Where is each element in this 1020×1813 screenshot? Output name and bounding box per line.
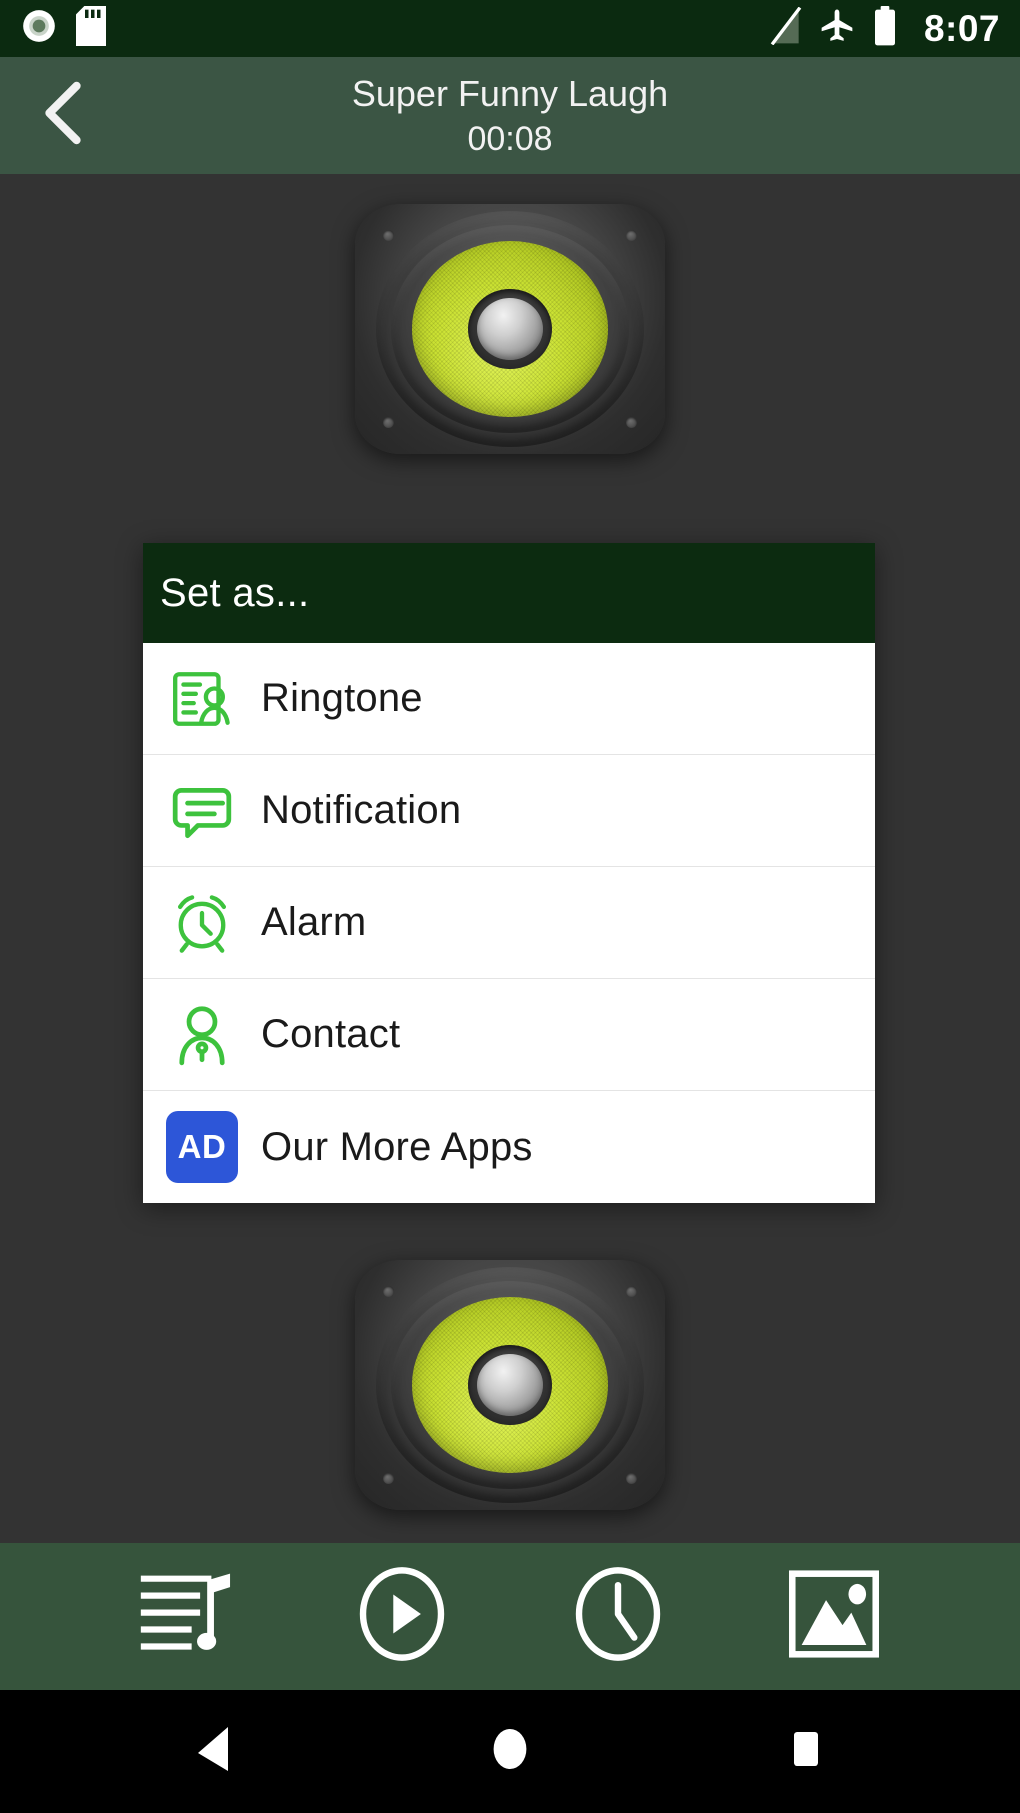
status-bar-right-icons: 8:07 [770,6,1000,51]
dialog-item-notification[interactable]: Notification [143,755,875,867]
dialog-item-contact[interactable]: Contact [143,979,875,1091]
toolbar-button-play[interactable] [352,1567,452,1667]
person-icon [143,1002,261,1068]
status-bar-left-icons [20,6,106,51]
music-list-icon [138,1570,234,1663]
dialog-item-our-more-apps[interactable]: AD Our More Apps [143,1091,875,1203]
speech-bubble-icon [143,778,261,844]
dialog-item-label: Contact [261,1012,401,1056]
toolbar-button-gallery[interactable] [784,1567,884,1667]
page-title: Super Funny Laugh [351,72,669,114]
chevron-left-icon [35,80,91,151]
play-circle-icon [358,1566,446,1667]
ad-badge-icon: AD [143,1111,261,1183]
home-circle-icon [488,1724,532,1779]
record-circle-icon [20,7,58,50]
recents-square-icon [784,1724,828,1779]
android-nav-bar [0,1690,1020,1813]
ad-badge-text: AD [166,1111,238,1183]
status-bar: 8:07 [0,0,1020,57]
airplane-mode-icon [818,7,856,50]
image-icon [788,1570,880,1663]
alarm-clock-icon [143,890,261,956]
dialog-item-ringtone[interactable]: Ringtone [143,643,875,755]
bottom-toolbar [0,1543,1020,1690]
contact-card-icon [143,666,261,732]
speaker-image-top [355,204,665,454]
dialog-title: Set as... [160,570,310,615]
dialog-header: Set as... [143,543,875,643]
back-button[interactable] [24,77,102,155]
back-triangle-icon [192,1724,236,1779]
nav-recents-button[interactable] [766,1712,846,1792]
clock-icon [574,1566,662,1667]
dialog-item-label: Our More Apps [261,1124,533,1169]
app-bar: Super Funny Laugh 00:08 [0,57,1020,174]
status-bar-clock: 8:07 [923,8,1000,49]
track-duration: 00:08 [467,119,553,158]
toolbar-button-playlist[interactable] [136,1567,236,1667]
set-as-dialog: Set as... Ringtone Notification Alarm Co… [143,543,875,1203]
dialog-item-label: Ringtone [261,676,423,720]
nav-home-button[interactable] [470,1712,550,1792]
no-signal-icon [770,6,802,50]
battery-icon [872,6,898,51]
dialog-item-label: Alarm [261,900,367,944]
dialog-item-label: Notification [261,788,462,832]
speaker-image-bottom [355,1260,665,1510]
app-bar-titles: Super Funny Laugh 00:08 [0,72,1020,160]
dialog-item-alarm[interactable]: Alarm [143,867,875,979]
sd-card-icon [76,6,106,51]
toolbar-button-timer[interactable] [568,1567,668,1667]
nav-back-button[interactable] [174,1712,254,1792]
phone-screen: 8:07 Super Funny Laugh 00:08 Set as... R… [0,0,1020,1813]
